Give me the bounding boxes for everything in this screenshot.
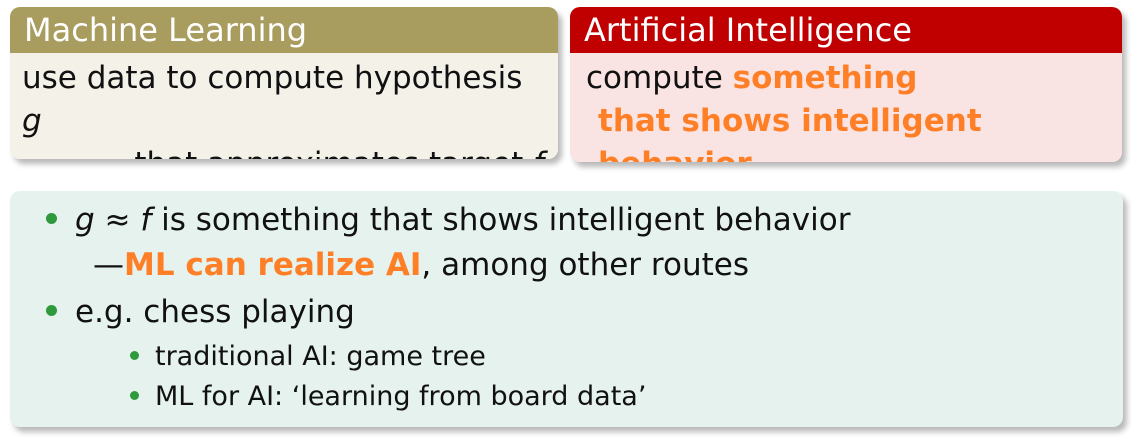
bullet-dot-icon — [46, 305, 57, 316]
bullet-1-continuation-text: , among other routes — [421, 247, 749, 283]
sub-bullet-dot-icon — [130, 351, 139, 360]
ai-line1-text: compute — [586, 60, 733, 96]
ml-can-realize-ai: ML can realize AI — [124, 247, 422, 283]
bullet-2-text: e.g. chess playing — [75, 294, 355, 330]
em-dash: — — [93, 247, 124, 283]
sub-bullet-dot-icon — [130, 391, 139, 400]
bullet-1-text: is something that shows intelligent beha… — [151, 202, 851, 238]
machine-learning-definition: use data to compute hypothesis g that ap… — [10, 53, 558, 159]
sub-bullet-1-text: traditional AI: game tree — [155, 341, 486, 372]
ai-definition-line-1: compute something — [582, 57, 1112, 100]
var-f: f — [140, 202, 152, 238]
ml-definition-line-1: use data to compute hypothesis g — [22, 57, 548, 143]
bullet-item-2: e.g. chess playing — [46, 294, 355, 330]
artificial-intelligence-block: Artificial Intelligence compute somethin… — [570, 7, 1122, 162]
bullet-item-1-continuation: —ML can realize AI, among other routes — [93, 247, 749, 283]
bullet-item-1: g ≈ f is something that shows intelligen… — [46, 202, 850, 238]
notes-block: g ≈ f is something that shows intelligen… — [10, 191, 1123, 427]
ml-line2-text: that approximates target — [134, 146, 533, 159]
target-variable-f: f — [533, 146, 544, 159]
artificial-intelligence-title: Artificial Intelligence — [570, 7, 1122, 53]
sub-bullet-item-2: ML for AI: ‘learning from board data’ — [130, 381, 646, 412]
hypothesis-variable-g: g — [22, 103, 42, 139]
bullet-dot-icon — [46, 213, 57, 224]
ai-definition-line-2: that shows intelligent behavior — [598, 103, 982, 162]
approx-symbol: ≈ — [94, 202, 141, 238]
ai-line1-accent: something — [732, 60, 918, 96]
ml-line1-text: use data to compute hypothesis — [22, 60, 523, 96]
artificial-intelligence-definition: compute something that shows intelligent… — [570, 53, 1122, 162]
sub-bullet-2-text: ML for AI: ‘learning from board data’ — [155, 381, 647, 412]
var-g: g — [75, 202, 95, 238]
machine-learning-block: Machine Learning use data to compute hyp… — [10, 7, 558, 159]
ml-definition-line-2: that approximates target f — [22, 143, 548, 159]
machine-learning-title: Machine Learning — [10, 7, 558, 53]
sub-bullet-item-1: traditional AI: game tree — [130, 341, 486, 372]
